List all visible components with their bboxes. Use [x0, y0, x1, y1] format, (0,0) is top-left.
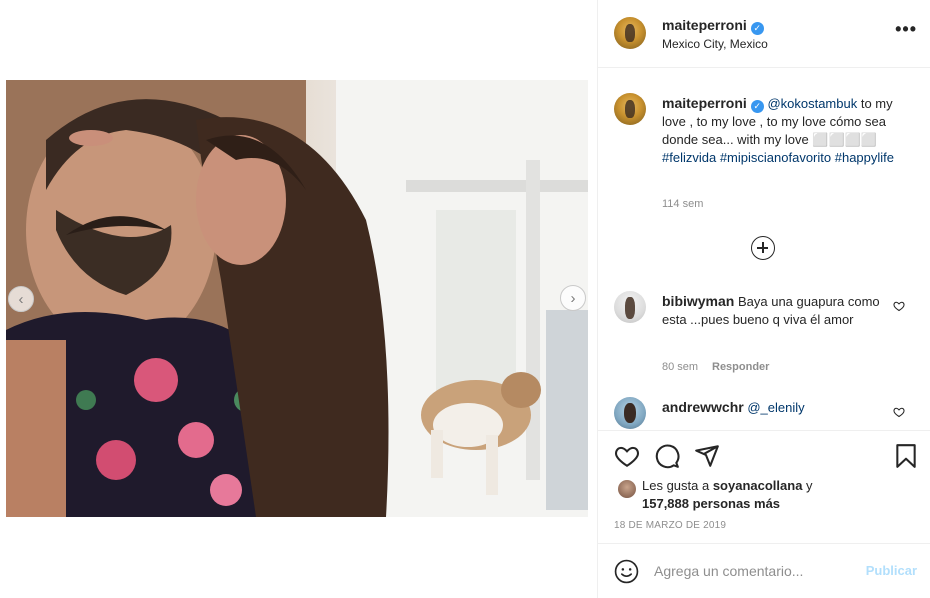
verified-badge-icon: ✓ [750, 22, 764, 35]
comment-mention[interactable]: @_elenily [747, 400, 804, 415]
hashtag-link[interactable]: #happylife [835, 150, 894, 165]
like-heart-icon[interactable] [614, 443, 640, 469]
caption-text: maiteperroni ✓ @kokostambuk to my love , … [662, 94, 912, 167]
post-location[interactable]: Mexico City, Mexico [662, 37, 768, 51]
commenter-avatar[interactable] [614, 291, 646, 323]
caption-author-avatar[interactable] [614, 93, 646, 125]
comments-scroll-area[interactable]: maiteperroni ✓ @kokostambuk to my love , … [598, 68, 930, 430]
chevron-left-icon: ‹ [18, 290, 24, 308]
post-header: maiteperroni ✓ Mexico City, Mexico ••• [598, 0, 930, 68]
chevron-right-icon: › [570, 289, 576, 307]
caption-timestamp[interactable]: 114 sem [662, 198, 703, 210]
publish-button[interactable]: Publicar [866, 563, 917, 578]
likes-prefix: Les gusta a [642, 478, 713, 493]
likes-middle: y [802, 478, 813, 493]
hashtag-link[interactable]: #mipiscianofavorito [720, 150, 831, 165]
comment-text: bibiwyman Baya una guapura como esta ...… [662, 292, 882, 329]
likes-summary: Les gusta a soyanacollana y 157,888 pers… [642, 477, 892, 513]
post-photo[interactable] [6, 80, 588, 517]
load-more-comments-plus-circle-icon[interactable] [751, 236, 775, 260]
author-avatar[interactable] [614, 17, 646, 49]
comment-timestamp[interactable]: 80 sem [662, 361, 698, 373]
emoji-icon[interactable] [614, 559, 639, 584]
comment-icon[interactable] [654, 443, 680, 469]
commenter-username[interactable]: bibiwyman [662, 293, 734, 309]
comment-like-heart-icon[interactable] [893, 406, 905, 418]
caption-mention[interactable]: @kokostambuk [767, 96, 857, 111]
commenter-avatar[interactable] [614, 397, 646, 429]
reply-button[interactable]: Responder [712, 361, 769, 373]
hashtag-link[interactable]: #felizvida [662, 150, 716, 165]
next-photo-button[interactable]: › [560, 285, 586, 311]
verified-badge-icon: ✓ [750, 100, 764, 113]
photo-illustration [6, 80, 588, 517]
caption-username[interactable]: maiteperroni [662, 95, 747, 111]
comment-composer: Publicar [598, 543, 930, 598]
author-username-row: maiteperroni ✓ [662, 17, 764, 35]
comment-input[interactable] [654, 561, 854, 581]
media-column: ‹ › [0, 0, 597, 598]
more-options-icon[interactable]: ••• [895, 20, 917, 38]
commenter-username[interactable]: andrewwchr [662, 399, 744, 415]
previous-photo-button[interactable]: ‹ [8, 286, 34, 312]
liker-username[interactable]: soyanacollana [713, 478, 803, 493]
post-date[interactable]: 18 DE MARZO DE 2019 [614, 520, 726, 531]
author-username[interactable]: maiteperroni [662, 17, 747, 33]
comment-like-heart-icon[interactable] [893, 300, 905, 312]
likes-count[interactable]: 157,888 personas más [642, 496, 780, 511]
post-sidebar: maiteperroni ✓ Mexico City, Mexico ••• ma… [597, 0, 930, 598]
liker-avatar[interactable] [618, 480, 636, 498]
post-actions: Les gusta a soyanacollana y 157,888 pers… [598, 430, 930, 543]
comment-text: andrewwchr @_elenily [662, 398, 882, 417]
bookmark-icon[interactable] [893, 443, 919, 469]
share-icon[interactable] [694, 443, 720, 469]
